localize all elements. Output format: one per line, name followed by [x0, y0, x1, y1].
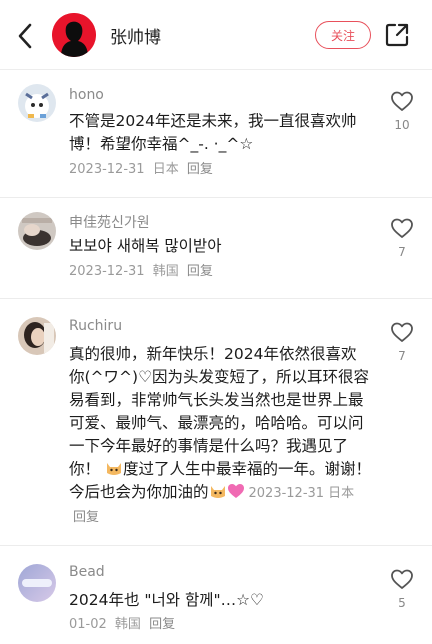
comment-text: 보보야 새해복 많이받아: [69, 237, 222, 255]
comment-date: 2023-12-31: [248, 486, 325, 501]
comment-item: hono 不管是2024年还是未来，我一直很喜欢帅博！希望你幸福^_-. ·_^…: [0, 71, 432, 198]
share-icon: [385, 23, 409, 47]
commenter-avatar[interactable]: [18, 212, 56, 250]
comment-country: 日本: [152, 162, 179, 177]
like-count: 7: [398, 349, 406, 363]
heart-icon: [391, 218, 413, 238]
back-button[interactable]: [14, 22, 36, 50]
follow-button[interactable]: 关注: [315, 21, 371, 49]
heart-icon: [391, 322, 413, 342]
pink-heart-icon: [227, 484, 244, 498]
comment-text: 真的很帅，新年快乐！2024年依然很喜欢你(^ワ^)♡因为头发变短了，所以耳环很…: [69, 343, 371, 529]
photo-avatar-icon: [18, 564, 56, 602]
like-button[interactable]: 10: [388, 90, 416, 132]
reply-button[interactable]: 回复: [149, 617, 175, 632]
cartoon-avatar-icon: [18, 84, 56, 122]
share-button[interactable]: [384, 22, 410, 48]
commenter-name[interactable]: Ruchiru: [69, 318, 122, 334]
comment-meta: 01-02 韩国 回复: [69, 613, 175, 632]
comment-date: 2023-12-31: [69, 162, 145, 177]
comment-meta: 2023-12-31 韩国 回复: [69, 260, 213, 279]
commenter-name[interactable]: 申佳苑신가원: [69, 212, 150, 232]
comment-item: Bead 2024年也 "너와 함께"…☆♡ 01-02 韩国 回复 5: [0, 547, 432, 644]
like-button[interactable]: 7: [388, 321, 416, 363]
photo-avatar-icon: [18, 317, 56, 355]
like-count: 7: [398, 245, 406, 259]
commenter-avatar[interactable]: [18, 84, 56, 122]
comment-date: 01-02: [69, 617, 107, 632]
comment-text: 2024年也 "너와 함께"…☆♡: [69, 591, 264, 609]
comment-country: 韩国: [114, 617, 141, 632]
comment-item: 申佳苑신가원 보보야 새해복 많이받아 2023-12-31 韩国 回复 7: [0, 199, 432, 299]
comment-country: 日本: [328, 486, 355, 501]
cat-emoji-icon: [106, 463, 121, 475]
heart-icon: [391, 569, 413, 589]
reply-button[interactable]: 回复: [187, 264, 213, 279]
commenter-avatar[interactable]: [18, 564, 56, 602]
comment-meta: 2023-12-31 日本 回复: [69, 158, 213, 177]
commenter-name[interactable]: Bead: [69, 564, 105, 580]
heart-icon: [391, 91, 413, 111]
reply-button[interactable]: 回复: [73, 510, 99, 525]
chevron-left-icon: [18, 23, 32, 49]
comment-text: 不管是2024年还是未来，我一直很喜欢帅博！希望你幸福^_-. ·_^☆: [69, 112, 357, 153]
comment-date: 2023-12-31: [69, 264, 145, 279]
commenter-name[interactable]: hono: [69, 87, 104, 103]
cat-emoji-icon: [210, 486, 225, 498]
profile-username[interactable]: 张帅博: [110, 23, 161, 48]
silhouette-icon: [52, 13, 96, 57]
profile-avatar[interactable]: [52, 13, 96, 57]
comment-item: Ruchiru 真的很帅，新年快乐！2024年依然很喜欢你(^ワ^)♡因为头发变…: [0, 300, 432, 546]
top-bar: 张帅博 关注: [0, 0, 432, 70]
like-button[interactable]: 7: [388, 217, 416, 259]
comment-country: 韩国: [152, 264, 179, 279]
photo-avatar-icon: [18, 212, 56, 250]
commenter-avatar[interactable]: [18, 317, 56, 355]
like-count: 10: [394, 118, 410, 132]
reply-button[interactable]: 回复: [187, 162, 213, 177]
like-count: 5: [398, 596, 406, 610]
like-button[interactable]: 5: [388, 568, 416, 610]
